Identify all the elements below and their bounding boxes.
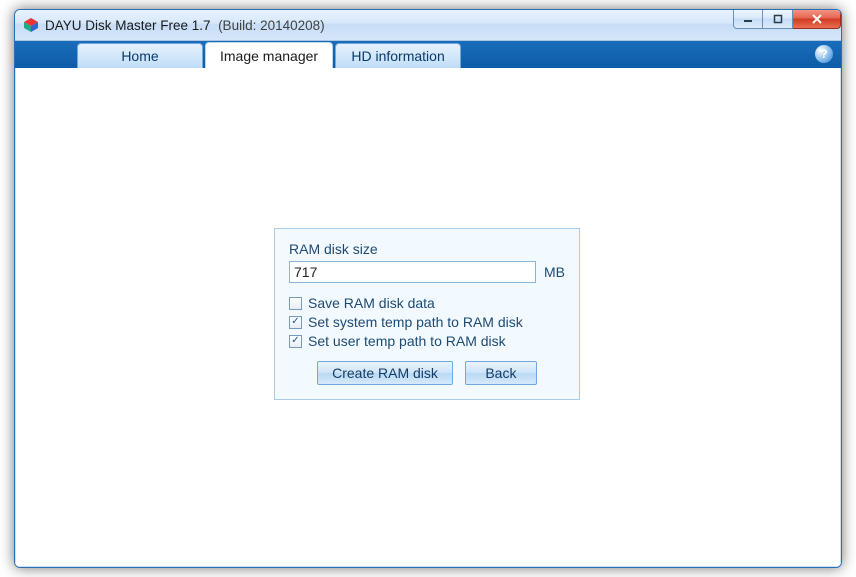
maximize-button[interactable] [763,9,793,29]
create-ram-disk-button[interactable]: Create RAM disk [317,361,453,385]
checkbox-icon [289,335,302,348]
title-bar: DAYU Disk Master Free 1.7 (Build: 201402… [15,10,841,41]
tab-hd-information[interactable]: HD information [335,43,461,68]
content-area: RAM disk size MB Save RAM disk data Set … [15,68,841,567]
window-controls [733,9,841,29]
ram-disk-panel: RAM disk size MB Save RAM disk data Set … [274,228,580,400]
checkbox-label: Set user temp path to RAM disk [308,333,506,349]
help-icon[interactable]: ? [815,45,833,63]
checkbox-icon [289,316,302,329]
back-button[interactable]: Back [465,361,537,385]
tab-bar: Home Image manager HD information ? [15,41,841,68]
ram-disk-size-input[interactable] [289,261,536,283]
checkbox-label: Set system temp path to RAM disk [308,314,523,330]
checkbox-icon [289,297,302,310]
ram-disk-size-label: RAM disk size [289,241,565,257]
panel-buttons: Create RAM disk Back [289,361,565,385]
ram-disk-size-row: MB [289,261,565,283]
checkbox-set-system-temp[interactable]: Set system temp path to RAM disk [289,314,565,330]
app-icon [23,17,39,33]
checkbox-set-user-temp[interactable]: Set user temp path to RAM disk [289,333,565,349]
window-title: DAYU Disk Master Free 1.7 (Build: 201402… [45,18,325,33]
app-window: DAYU Disk Master Free 1.7 (Build: 201402… [14,9,842,568]
tab-home[interactable]: Home [77,43,203,68]
ram-disk-size-unit: MB [544,264,565,280]
checkbox-label: Save RAM disk data [308,295,435,311]
checkbox-save-ram-disk-data[interactable]: Save RAM disk data [289,295,565,311]
tab-image-manager[interactable]: Image manager [205,42,333,68]
close-button[interactable] [793,9,841,29]
minimize-button[interactable] [733,9,763,29]
